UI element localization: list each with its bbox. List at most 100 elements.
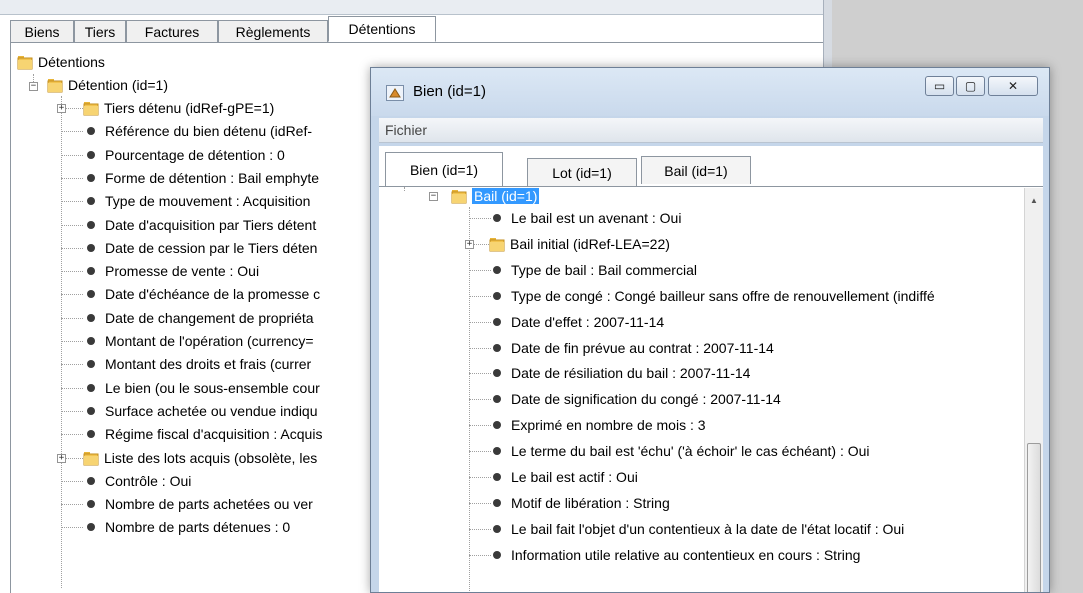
tree-branch	[469, 269, 491, 271]
bullet-icon	[87, 406, 95, 415]
tree-node-label: Motif de libération : String	[511, 494, 670, 511]
bullet-icon	[493, 343, 501, 352]
tab-tiers[interactable]: Tiers	[74, 20, 126, 42]
app-icon	[386, 85, 404, 101]
tree-branch	[469, 425, 491, 427]
tree-leaf-node[interactable]: Contrôle : Oui	[87, 470, 191, 492]
bullet-icon	[493, 214, 501, 222]
tree-leaf-node[interactable]: Type de mouvement : Acquisition	[87, 190, 310, 212]
folder-icon	[83, 100, 99, 116]
tree-leaf-node[interactable]: Date de cession par le Tiers déten	[87, 237, 317, 259]
tree-leaf-node[interactable]: Nombre de parts achetées ou ver	[87, 493, 313, 515]
tree-node-label: Le bail fait l'objet d'un contentieux à …	[511, 520, 905, 537]
tree-branch	[469, 321, 491, 323]
tree-leaf-node[interactable]: Type de bail : Bail commercial	[493, 259, 697, 281]
tree-leaf-node[interactable]: Le bail est un avenant : Oui	[493, 207, 681, 229]
tree-branch	[469, 528, 491, 530]
tab-lot[interactable]: Lot (id=1)	[527, 158, 637, 186]
vertical-scrollbar[interactable]: ▲	[1024, 188, 1043, 592]
expand-toggle-icon[interactable]: +	[57, 453, 66, 463]
collapse-toggle-icon[interactable]: −	[429, 192, 438, 201]
tree-branch	[61, 271, 83, 273]
tree-leaf-node[interactable]: Le bail fait l'objet d'un contentieux à …	[493, 518, 904, 540]
tree-root[interactable]: Détentions	[17, 51, 105, 73]
tree-leaf-node[interactable]: Type de congé : Congé bailleur sans offr…	[493, 285, 935, 307]
tree-leaf-node[interactable]: Exprimé en nombre de mois : 3	[493, 414, 706, 436]
tree-node-label: Date de cession par le Tiers déten	[105, 239, 318, 256]
bullet-icon	[87, 127, 95, 136]
tree-branch	[61, 294, 83, 296]
close-icon: ✕	[1007, 79, 1019, 93]
tree-node-label: Date d'échéance de la promesse c	[105, 286, 321, 303]
tree-node-label: Date d'acquisition par Tiers détent	[105, 216, 317, 233]
tab-detentions[interactable]: Détentions	[328, 16, 436, 42]
bullet-icon	[87, 430, 95, 439]
tree-leaf-node[interactable]: Nombre de parts détenues : 0	[87, 516, 290, 538]
tree-leaf-node[interactable]: Date de signification du congé : 2007-11…	[493, 388, 781, 410]
tree-leaf-node[interactable]: Le bien (ou le sous-ensemble cour	[87, 377, 320, 399]
tree-branch	[61, 154, 83, 156]
close-button[interactable]: ✕	[988, 76, 1038, 96]
bullet-icon	[87, 220, 95, 229]
tree-leaf-node[interactable]: Pourcentage de détention : 0	[87, 144, 285, 166]
tree-branch	[61, 364, 83, 366]
scroll-thumb[interactable]	[1027, 443, 1041, 592]
maximize-button[interactable]: ▢	[956, 76, 985, 96]
tree-branch	[61, 434, 83, 436]
collapse-toggle-icon[interactable]: −	[29, 82, 38, 91]
minimize-button[interactable]: ▭	[925, 76, 954, 96]
tree-branch	[469, 347, 491, 349]
tab-bail[interactable]: Bail (id=1)	[641, 156, 751, 184]
tree-leaf-node[interactable]: Forme de détention : Bail emphyte	[87, 167, 319, 189]
expand-toggle-icon[interactable]: +	[465, 239, 474, 249]
tree-leaf-node[interactable]: Information utile relative au contentieu…	[493, 544, 860, 566]
tree-leaf-node[interactable]: Date d'acquisition par Tiers détent	[87, 214, 316, 236]
tree-branch	[61, 341, 83, 342]
tab-biens[interactable]: Biens	[10, 20, 74, 42]
tree-folder-node[interactable]: Liste des lots acquis (obsolète, les	[83, 447, 317, 469]
tree-node-label: Tiers détenu (idRef-gPE=1)	[104, 100, 275, 116]
tree-leaf-node[interactable]: Motif de libération : String	[493, 492, 670, 514]
tree-leaf-node[interactable]: Date de changement de propriéta	[87, 307, 314, 329]
tab-factures[interactable]: Factures	[126, 20, 218, 42]
tree-leaf-node[interactable]: Date d'effet : 2007-11-14	[493, 311, 664, 333]
tree-node-label: Date de fin prévue au contrat : 2007-11-…	[511, 339, 774, 356]
tree-node-label: Bail (id=1)	[472, 188, 540, 204]
tree-node-label: Régime fiscal d'acquisition : Acquis	[105, 426, 323, 443]
bullet-icon	[87, 500, 95, 509]
tree-node-label: Bail initial (idRef-LEA=22)	[510, 235, 670, 252]
tree-leaf-node[interactable]: Surface achetée ou vendue indiqu	[87, 400, 318, 422]
tree-leaf-node[interactable]: Le bail est actif : Oui	[493, 466, 638, 488]
tree-leaf-node[interactable]: Date d'échéance de la promesse c	[87, 283, 320, 305]
folder-icon	[451, 188, 467, 204]
tab-bien[interactable]: Bien (id=1)	[385, 152, 503, 186]
tree-leaf-node[interactable]: Date de résiliation du bail : 2007-11-14	[493, 362, 750, 384]
tree-leaf-node[interactable]: Montant des droits et frais (currer	[87, 353, 311, 375]
tree-leaf-node[interactable]: Date de fin prévue au contrat : 2007-11-…	[493, 337, 774, 359]
tree-leaf-node[interactable]: Régime fiscal d'acquisition : Acquis	[87, 423, 322, 445]
tree-leaf-node[interactable]: Le terme du bail est 'échu' ('à échoir' …	[493, 440, 870, 462]
tree-branch	[61, 527, 83, 529]
dialog-titlebar[interactable]: Bien (id=1) ▭ ▢ ✕	[371, 68, 1049, 116]
bail-node[interactable]: Bail (id=1)	[451, 187, 540, 207]
bullet-icon	[87, 360, 95, 369]
tree-folder-node[interactable]: Tiers détenu (idRef-gPE=1)	[83, 97, 274, 119]
tree-branch	[61, 201, 83, 203]
tree-folder-node[interactable]: Bail initial (idRef-LEA=22)	[489, 233, 670, 255]
tree-branch	[61, 504, 83, 506]
bullet-icon	[493, 498, 501, 507]
menu-fichier[interactable]: Fichier	[379, 122, 427, 138]
tree-branch	[61, 480, 83, 482]
scroll-up-icon[interactable]: ▲	[1030, 196, 1038, 205]
expand-toggle-icon[interactable]: +	[57, 104, 66, 113]
tab-reglements[interactable]: Règlements	[218, 20, 328, 42]
tree-leaf-node[interactable]: Référence du bien détenu (idRef-	[87, 120, 312, 142]
maximize-icon: ▢	[964, 79, 977, 93]
tree-node-label: Montant des droits et frais (currer	[105, 356, 312, 373]
detention-node[interactable]: Détention (id=1)	[47, 74, 168, 96]
tree-guide	[404, 187, 405, 191]
tree-node-label: Détention (id=1)	[68, 77, 169, 93]
tree-leaf-node[interactable]: Montant de l'opération (currency=	[87, 330, 314, 352]
tree-guide	[61, 96, 62, 588]
tree-leaf-node[interactable]: Promesse de vente : Oui	[87, 260, 259, 282]
